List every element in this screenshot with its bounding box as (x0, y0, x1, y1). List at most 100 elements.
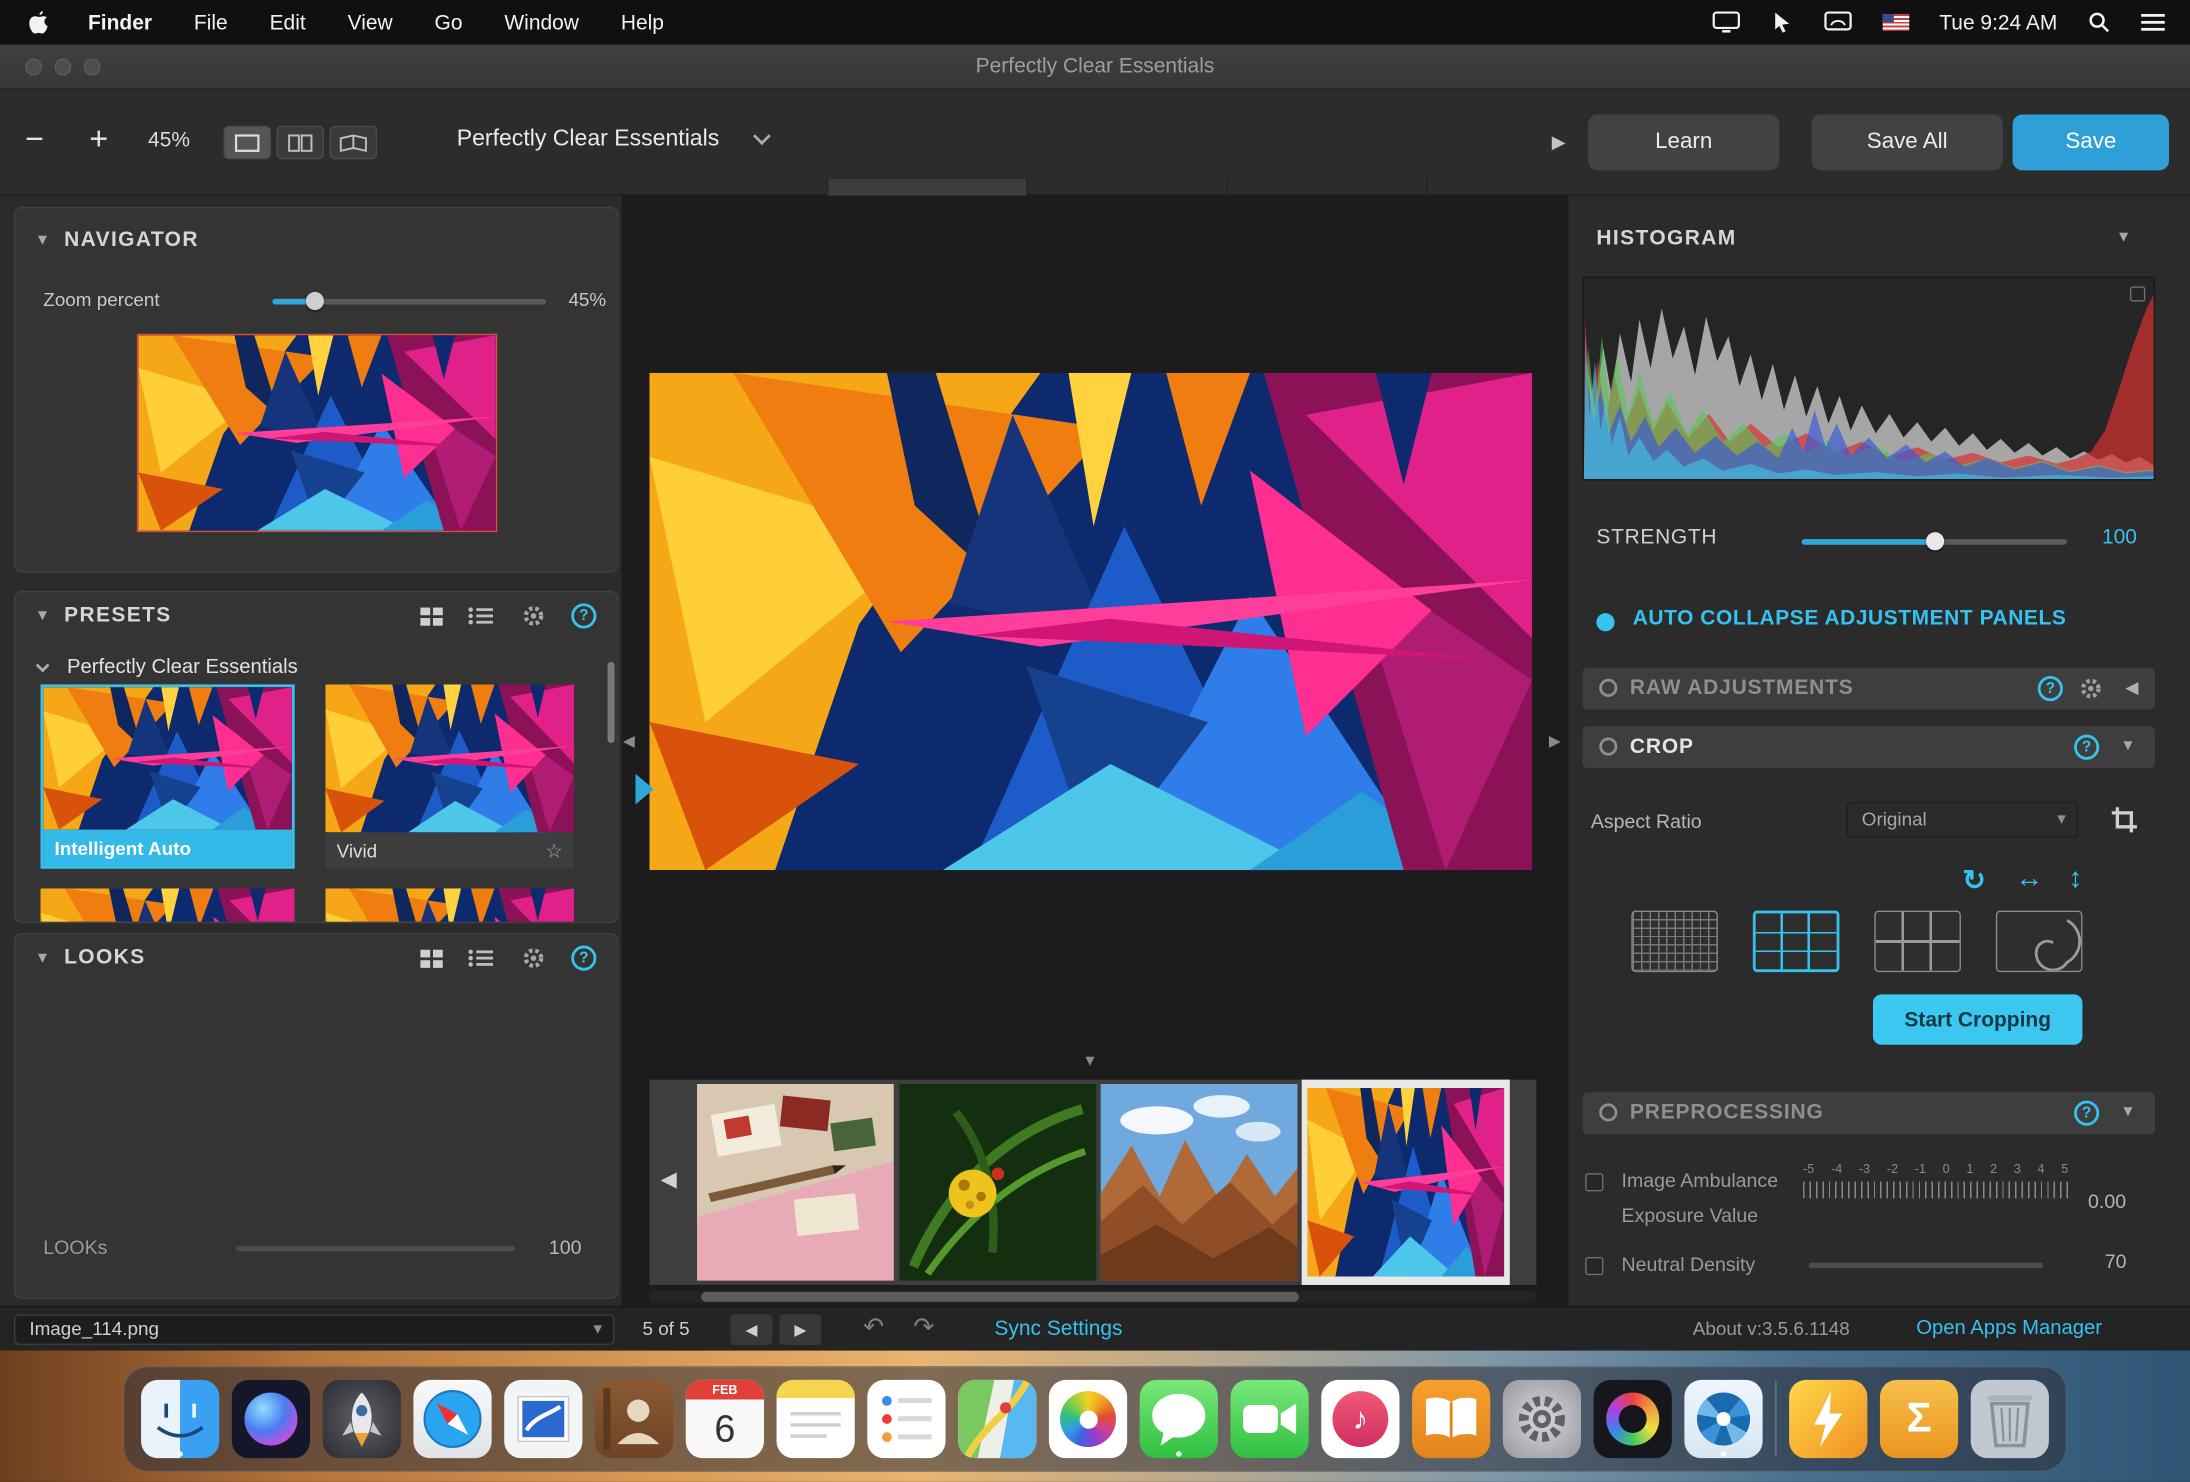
spotlight-search-icon[interactable] (2088, 11, 2110, 33)
dock-photos-icon[interactable] (1049, 1380, 1127, 1458)
dock-launchpad-icon[interactable] (323, 1380, 401, 1458)
preset-intelligent-auto[interactable]: Intelligent Auto (41, 684, 295, 868)
looks-settings-gear-icon[interactable] (522, 947, 544, 969)
save-all-button[interactable]: Save All (1811, 115, 2002, 171)
single-view-button[interactable] (223, 126, 270, 160)
collapse-histogram-icon[interactable]: ▼ (2116, 229, 2131, 246)
dock-calendar-icon[interactable]: FEB 6 (686, 1380, 764, 1458)
preset-group-dropdown[interactable]: Perfectly Clear Essentials (457, 126, 768, 153)
raw-expand-icon[interactable]: ◀ (2125, 677, 2138, 697)
preset-vivid[interactable]: Vivid ☆ (325, 684, 574, 868)
collapse-left-panel-icon[interactable]: ◀ (623, 732, 635, 750)
navigator-preview[interactable] (137, 334, 497, 532)
dock-contacts-icon[interactable] (595, 1380, 673, 1458)
dock-cleaner-app-icon[interactable] (1789, 1380, 1867, 1458)
redo-button[interactable]: ↷ (913, 1313, 934, 1342)
raw-gear-icon[interactable] (2080, 677, 2102, 699)
dock-music-icon[interactable]: ♪ (1321, 1380, 1399, 1458)
menu-go[interactable]: Go (414, 0, 484, 45)
menu-help[interactable]: Help (600, 0, 685, 45)
menu-view[interactable]: View (327, 0, 414, 45)
split-view-button[interactable] (277, 126, 324, 160)
rotate-icon[interactable]: ↻ (1962, 863, 1985, 898)
flip-vertical-icon[interactable]: ↕ (2068, 863, 2082, 895)
crop-toggle[interactable] (1599, 737, 1617, 755)
auto-collapse-label[interactable]: AUTO COLLAPSE ADJUSTMENT PANELS (1633, 606, 2067, 630)
preset-partial-row[interactable] (41, 888, 295, 922)
strength-knob[interactable] (1926, 532, 1944, 550)
crop-tool-icon[interactable] (2110, 806, 2138, 834)
dock-finder-icon[interactable] (141, 1380, 219, 1458)
aspect-ratio-dropdown[interactable]: Original ▾ (1846, 802, 2078, 838)
histogram-checkbox[interactable] (2130, 286, 2145, 301)
menu-edit[interactable]: Edit (249, 0, 327, 45)
crop-grid-thirds-button[interactable] (1753, 911, 1840, 972)
previous-image-button[interactable]: ◀ (730, 1314, 772, 1345)
dock-books-icon[interactable] (1412, 1380, 1490, 1458)
navigator-zoom-knob[interactable] (306, 292, 324, 310)
collapse-right-panel-icon[interactable]: ▶ (1549, 732, 1561, 750)
tab-strip-scroll-right[interactable]: ▶ (1552, 131, 1566, 153)
preprocessing-collapse-icon[interactable]: ▼ (2120, 1103, 2135, 1120)
preprocessing-help-icon[interactable]: ? (2074, 1101, 2099, 1126)
sync-settings-button[interactable]: Sync Settings (994, 1317, 1122, 1341)
looks-grid-view-icon[interactable] (419, 948, 444, 969)
dock-aperture-app-icon[interactable] (1684, 1380, 1762, 1458)
close-window-button[interactable] (25, 59, 42, 76)
input-language-flag-icon[interactable] (1882, 14, 1909, 31)
filmstrip-thumb-4-selected[interactable] (1302, 1080, 1510, 1285)
filename-dropdown[interactable]: Image_114.png ▾ (14, 1314, 615, 1345)
favorite-star-icon[interactable]: ☆ (545, 839, 563, 863)
dock-facetime-icon[interactable] (1230, 1380, 1308, 1458)
start-cropping-button[interactable]: Start Cropping (1873, 994, 2083, 1044)
filmstrip-scroll-left[interactable]: ◀ (661, 1166, 677, 1191)
neutral-density-checkbox[interactable] (1585, 1257, 1603, 1275)
exposure-ruler[interactable] (1803, 1182, 2068, 1199)
crop-grid-spiral-button[interactable] (1996, 911, 2083, 972)
undo-button[interactable]: ↶ (863, 1313, 884, 1342)
image-ambulance-checkbox[interactable] (1585, 1173, 1603, 1191)
crop-header[interactable]: CROP ? ▼ (1582, 726, 2155, 768)
dock-safari-icon[interactable] (413, 1380, 491, 1458)
zoom-out-button[interactable]: − (25, 120, 44, 158)
remote-cursor-icon[interactable] (1770, 11, 1792, 33)
dock-messages-icon[interactable] (1140, 1380, 1218, 1458)
crop-grid-fine-button[interactable] (1631, 911, 1718, 972)
navigator-zoom-slider[interactable] (272, 299, 546, 305)
display-status-icon[interactable] (1712, 11, 1740, 33)
filmstrip-thumb-1[interactable] (697, 1084, 894, 1281)
left-panel-drag-handle[interactable] (635, 774, 653, 805)
notification-center-icon[interactable] (2141, 13, 2165, 33)
collapse-presets-icon[interactable]: ▼ (35, 607, 50, 624)
dock-mail-icon[interactable] (504, 1380, 582, 1458)
neutral-density-slider[interactable] (1809, 1263, 2044, 1269)
presets-group-row[interactable]: Perfectly Clear Essentials (38, 656, 298, 678)
dock-reminders-icon[interactable] (867, 1380, 945, 1458)
filmstrip-thumb-2[interactable] (899, 1084, 1096, 1281)
auto-collapse-toggle[interactable] (1596, 613, 1614, 631)
crop-grid-sixths-button[interactable] (1874, 911, 1961, 972)
collapse-filmstrip-icon[interactable]: ▼ (1082, 1053, 1097, 1070)
next-image-button[interactable]: ▶ (779, 1314, 821, 1345)
dock-siri-icon[interactable] (232, 1380, 310, 1458)
dock-trash-icon[interactable] (1971, 1380, 2049, 1458)
crop-collapse-icon[interactable]: ▼ (2120, 737, 2135, 754)
dock-sigma-app-icon[interactable]: Σ (1880, 1380, 1958, 1458)
zoom-window-button[interactable] (84, 59, 101, 76)
presets-settings-gear-icon[interactable] (522, 605, 544, 627)
raw-adjustments-header[interactable]: RAW ADJUSTMENTS ? ◀ (1582, 668, 2155, 710)
raw-adjustments-toggle[interactable] (1599, 679, 1617, 697)
presets-grid-view-icon[interactable] (419, 606, 444, 627)
minimize-window-button[interactable] (54, 59, 71, 76)
book-view-button[interactable] (330, 126, 377, 160)
preset-partial-row[interactable] (325, 888, 574, 922)
dock-system-preferences-icon[interactable] (1503, 1380, 1581, 1458)
filmstrip-scrollbar-thumb[interactable] (701, 1292, 1299, 1302)
menu-window[interactable]: Window (483, 0, 599, 45)
presets-list-view-icon[interactable] (468, 606, 493, 626)
collapse-navigator-icon[interactable]: ▼ (35, 231, 50, 248)
presets-scrollbar[interactable] (608, 662, 615, 743)
strength-slider[interactable] (1802, 539, 2067, 545)
learn-button[interactable]: Learn (1588, 115, 1779, 171)
save-button[interactable]: Save (2013, 115, 2169, 171)
